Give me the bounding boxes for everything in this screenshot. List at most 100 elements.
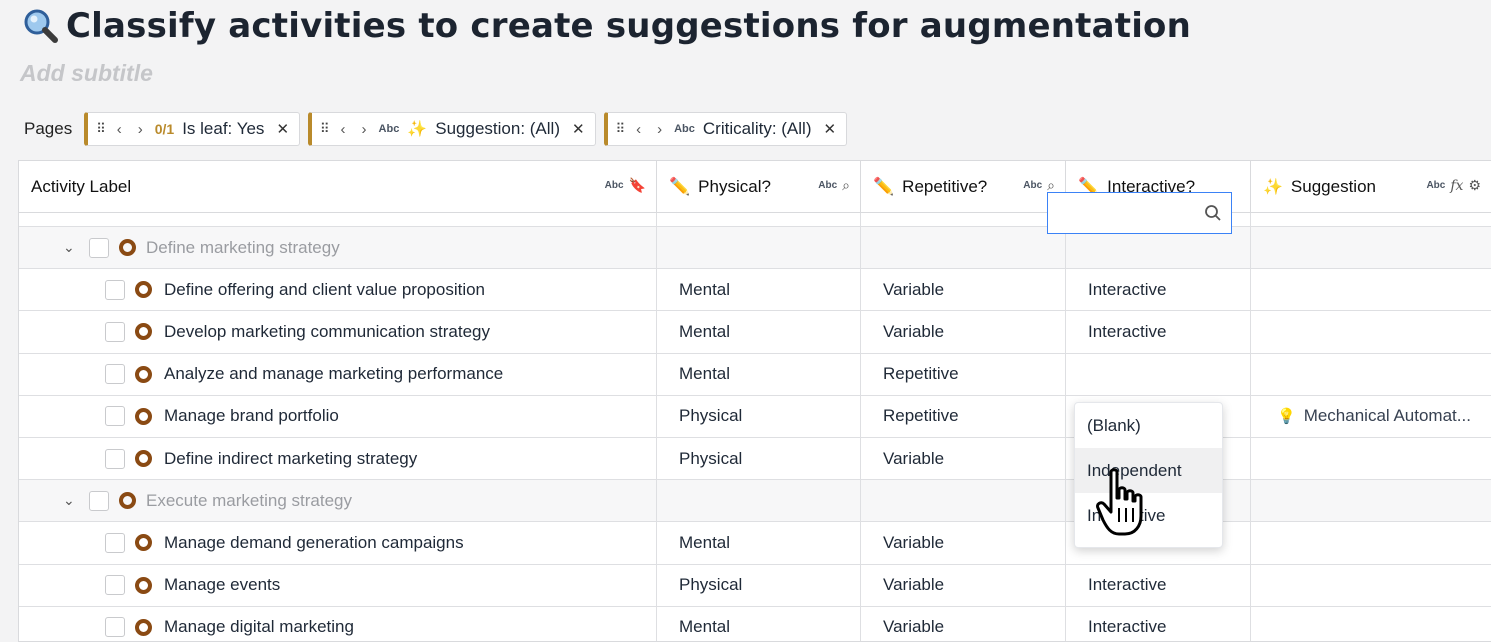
- activity-cell[interactable]: Define offering and client value proposi…: [19, 269, 657, 311]
- row-checkbox[interactable]: [89, 490, 109, 511]
- activity-cell[interactable]: Manage brand portfolio: [19, 395, 657, 437]
- column-header-repetitive[interactable]: ✏️ Repetitive? Abc ⌕: [861, 161, 1066, 213]
- suggestion-cell[interactable]: [1251, 522, 1491, 563]
- suggestion-cell[interactable]: [1251, 311, 1491, 352]
- repetitive-cell[interactable]: Variable: [861, 269, 1066, 311]
- search-icon[interactable]: ⌕: [842, 177, 850, 194]
- filter-chip-criticality[interactable]: ⠿ ‹ › Abc Criticality: (All) ✕: [603, 112, 848, 146]
- repetitive-cell[interactable]: [861, 227, 1066, 269]
- table-row[interactable]: Manage demand generation campaigns Mental…: [19, 522, 1491, 565]
- suggestion-cell[interactable]: [1251, 354, 1491, 395]
- row-checkbox[interactable]: [105, 321, 125, 342]
- chevron-down-icon[interactable]: ⌄: [63, 239, 79, 256]
- physical-cell[interactable]: Mental: [657, 606, 861, 641]
- repetitive-cell[interactable]: Variable: [861, 437, 1066, 480]
- suggestion-cell[interactable]: [1251, 269, 1491, 310]
- table-row[interactable]: Manage brand portfolio Physical Repetitive…: [19, 395, 1491, 438]
- activity-cell[interactable]: Manage events: [19, 564, 657, 606]
- physical-cell[interactable]: Mental: [657, 522, 861, 564]
- repetitive-cell[interactable]: Variable: [861, 606, 1066, 641]
- physical-cell[interactable]: Mental: [657, 269, 861, 311]
- suggestion-cell[interactable]: [1251, 227, 1491, 268]
- row-checkbox[interactable]: [105, 448, 125, 469]
- drag-handle-icon[interactable]: ⠿: [616, 121, 625, 137]
- close-icon[interactable]: ✕: [823, 120, 836, 138]
- physical-cell[interactable]: Mental: [657, 311, 861, 353]
- physical-cell[interactable]: [657, 480, 861, 522]
- physical-cell[interactable]: Physical: [657, 395, 861, 437]
- chevron-down-icon[interactable]: ⌄: [63, 492, 79, 509]
- chevron-left-icon[interactable]: ‹: [337, 121, 350, 138]
- dropdown-option-blank[interactable]: (Blank): [1075, 403, 1222, 448]
- column-header-activity-label[interactable]: Activity Label Abc 🔖: [19, 161, 657, 213]
- row-checkbox[interactable]: [105, 532, 125, 553]
- filter-chip-is-leaf[interactable]: ⠿ ‹ › 0/1 Is leaf: Yes ✕: [84, 112, 301, 146]
- close-icon[interactable]: ✕: [572, 120, 585, 138]
- physical-cell[interactable]: Physical: [657, 437, 861, 480]
- table-row[interactable]: Manage digital marketing Mental Variable In…: [19, 606, 1491, 641]
- table-group-row[interactable]: ⌄ Define marketing strategy: [19, 227, 1491, 270]
- activity-cell[interactable]: ⌄ Define marketing strategy: [19, 227, 657, 269]
- activity-cell[interactable]: Define indirect marketing strategy: [19, 437, 657, 480]
- physical-cell[interactable]: Physical: [657, 564, 861, 606]
- table-row[interactable]: Analyze and manage marketing performance…: [19, 353, 1491, 396]
- drag-handle-icon[interactable]: ⠿: [320, 121, 329, 137]
- filter-chip-suggestion[interactable]: ⠿ ‹ › Abc ✨ Suggestion: (All) ✕: [308, 112, 596, 146]
- activity-cell[interactable]: Analyze and manage marketing performance: [19, 353, 657, 395]
- row-checkbox[interactable]: [105, 617, 125, 638]
- suggestion-cell[interactable]: [1251, 438, 1491, 479]
- row-checkbox[interactable]: [89, 237, 109, 258]
- table-row[interactable]: Manage events Physical Variable Interactive: [19, 564, 1491, 607]
- text-type-icon: Abc: [674, 123, 695, 135]
- table-header: Activity Label Abc 🔖 ✏️ Physical? Abc ⌕ …: [19, 161, 1491, 213]
- close-icon[interactable]: ✕: [276, 120, 289, 138]
- repetitive-cell[interactable]: Variable: [861, 311, 1066, 353]
- activity-label: Manage events: [164, 575, 281, 595]
- interactive-cell[interactable]: [1066, 353, 1251, 395]
- activity-cell[interactable]: Manage digital marketing: [19, 606, 657, 641]
- chevron-left-icon[interactable]: ‹: [113, 121, 126, 138]
- bookmark-icon[interactable]: 🔖: [629, 177, 646, 194]
- suggestion-cell[interactable]: [1251, 607, 1491, 641]
- interactive-cell[interactable]: Interactive: [1066, 564, 1251, 606]
- chevron-right-icon[interactable]: ›: [653, 121, 666, 138]
- interactive-search-input[interactable]: [1047, 192, 1232, 234]
- activity-cell[interactable]: Manage demand generation campaigns: [19, 522, 657, 564]
- row-checkbox[interactable]: [105, 279, 125, 300]
- activity-cell[interactable]: Develop marketing communication strategy: [19, 311, 657, 353]
- physical-cell[interactable]: [657, 227, 861, 269]
- table-row[interactable]: Define indirect marketing strategy Physic…: [19, 437, 1491, 481]
- row-checkbox[interactable]: [105, 364, 125, 385]
- interactive-cell[interactable]: Interactive: [1066, 606, 1251, 641]
- suggestion-text: Mechanical Automat...: [1303, 406, 1471, 426]
- table-row[interactable]: Develop marketing communication strategy…: [19, 311, 1491, 354]
- formula-icon[interactable]: fx: [1450, 178, 1463, 194]
- repetitive-cell[interactable]: [861, 480, 1066, 522]
- physical-cell[interactable]: Mental: [657, 353, 861, 395]
- column-header-suggestion[interactable]: ✨ Suggestion Abc fx ⚙: [1251, 161, 1491, 213]
- activity-cell[interactable]: ⌄ Execute marketing strategy: [19, 480, 657, 522]
- activity-status-icon: [135, 534, 152, 552]
- chevron-right-icon[interactable]: ›: [358, 121, 371, 138]
- gear-icon[interactable]: ⚙: [1468, 177, 1481, 194]
- chevron-left-icon[interactable]: ‹: [632, 121, 645, 138]
- table-row[interactable]: Define offering and client value proposi…: [19, 269, 1491, 312]
- repetitive-cell[interactable]: Repetitive: [861, 395, 1066, 437]
- interactive-cell[interactable]: Interactive: [1066, 311, 1251, 353]
- page-title-area: Classify activities to create suggestion…: [22, 4, 1191, 48]
- row-checkbox[interactable]: [105, 575, 125, 596]
- drag-handle-icon[interactable]: ⠿: [96, 121, 105, 137]
- interactive-cell[interactable]: Interactive: [1066, 269, 1251, 311]
- row-checkbox[interactable]: [105, 406, 125, 427]
- repetitive-cell[interactable]: Variable: [861, 522, 1066, 564]
- suggestion-cell[interactable]: [1251, 480, 1491, 521]
- suggestion-cell[interactable]: 💡 Mechanical Automat...: [1251, 396, 1491, 437]
- repetitive-cell[interactable]: Variable: [861, 564, 1066, 606]
- suggestion-cell[interactable]: [1251, 565, 1491, 606]
- chevron-right-icon[interactable]: ›: [134, 121, 147, 138]
- pencil-icon: ✏️: [873, 177, 895, 196]
- subtitle-placeholder[interactable]: Add subtitle: [20, 60, 153, 87]
- column-header-physical[interactable]: ✏️ Physical? Abc ⌕: [657, 161, 861, 213]
- table-group-row[interactable]: ⌄ Execute marketing strategy: [19, 480, 1491, 523]
- repetitive-cell[interactable]: Repetitive: [861, 353, 1066, 395]
